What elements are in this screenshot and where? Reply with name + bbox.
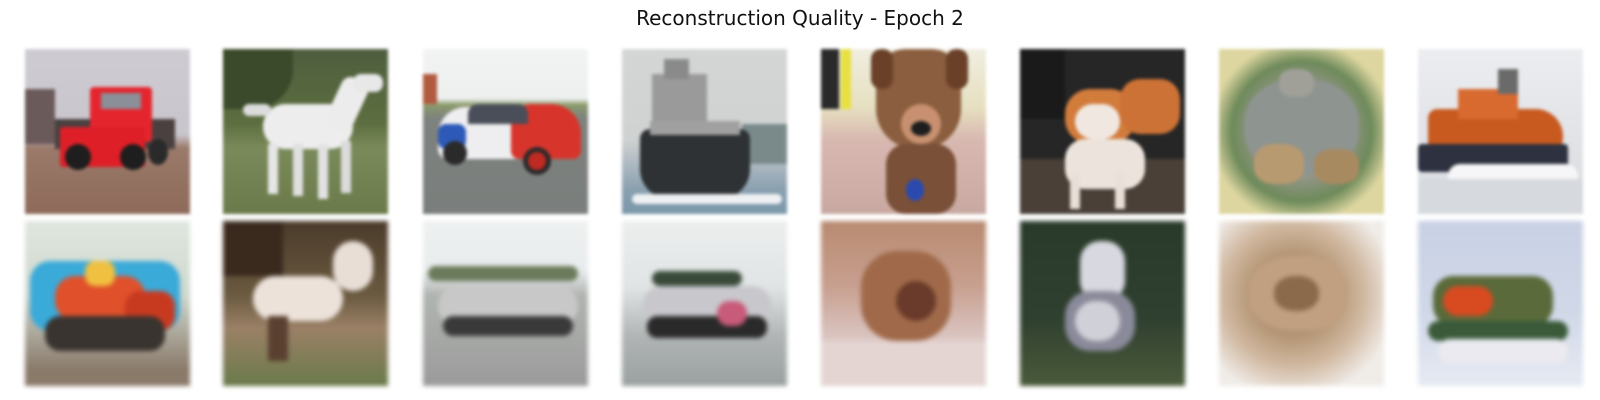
- original-image-7: [1219, 49, 1384, 214]
- original-image-3: [423, 49, 588, 214]
- original-image-6: [1020, 49, 1185, 214]
- original-image-2: [223, 49, 388, 214]
- reconstruction-image-8: [1418, 221, 1583, 386]
- reconstruction-image-7: [1219, 221, 1384, 386]
- original-image-1: [25, 49, 190, 214]
- original-image-4: [622, 49, 787, 214]
- reconstruction-image-2: [223, 221, 388, 386]
- original-image-5: [821, 49, 986, 214]
- reconstruction-image-4: [622, 221, 787, 386]
- reconstruction-image-5: [821, 221, 986, 386]
- reconstruction-image-3: [423, 221, 588, 386]
- original-image-8: [1418, 49, 1583, 214]
- reconstruction-image-6: [1020, 221, 1185, 386]
- reconstruction-image-1: [25, 221, 190, 386]
- figure-title: Reconstruction Quality - Epoch 2: [636, 6, 964, 30]
